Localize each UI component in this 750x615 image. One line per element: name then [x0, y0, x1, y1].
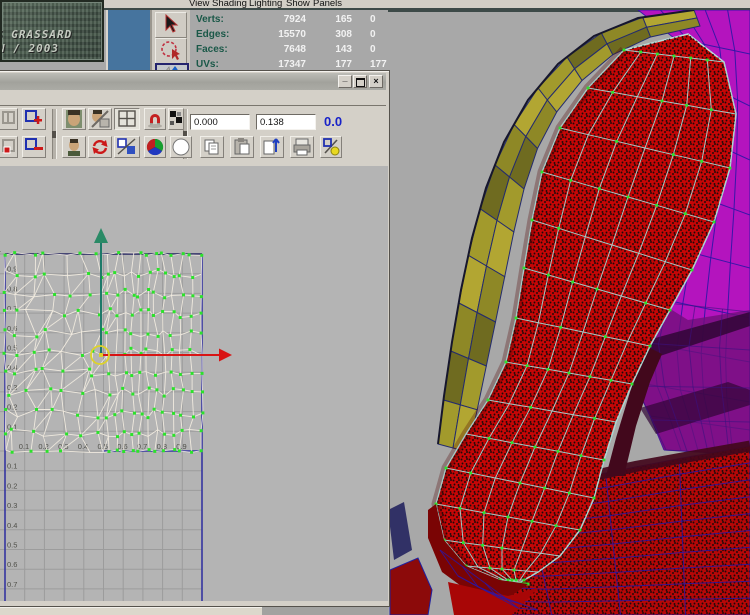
paste-flip-icon[interactable]	[260, 136, 284, 158]
bottom-shelf-middle	[262, 607, 388, 615]
svg-text:0.8: 0.8	[157, 442, 167, 451]
watermark-line1: S GRASSARD	[0, 28, 72, 41]
swap-squares-icon[interactable]	[114, 136, 140, 158]
author-watermark: S GRASSARD N / 2003	[0, 0, 104, 62]
grid-toggle-icon[interactable]	[114, 108, 140, 130]
maya-workspace: View Shading Lighting Show Panels Verts:…	[0, 0, 750, 615]
edges-label: Edges:	[196, 27, 250, 42]
hud-row-verts: Verts: 7924 165 0	[196, 12, 392, 27]
faces-label: Faces:	[196, 42, 250, 57]
svg-text:0.2: 0.2	[7, 481, 17, 490]
maximize-icon[interactable]	[353, 75, 367, 88]
face-icon[interactable]	[62, 108, 86, 130]
svg-text:1: 1	[0, 245, 1, 254]
shell-subtract-icon[interactable]	[22, 136, 46, 158]
svg-text:0.2: 0.2	[38, 442, 48, 451]
verts-col3: 0	[352, 12, 392, 27]
close-icon[interactable]: ×	[369, 75, 383, 88]
edges-total: 15570	[250, 27, 306, 42]
dither-x-icon[interactable]	[168, 108, 184, 130]
viewport-3d-model[interactable]	[388, 10, 750, 615]
menu-show[interactable]: Show	[286, 0, 310, 9]
svg-text:0.1: 0.1	[7, 462, 17, 471]
faces-col2: 143	[306, 42, 352, 57]
hud-row-faces: Faces: 7648 143 0	[196, 42, 392, 57]
magnet-icon[interactable]	[144, 108, 166, 130]
watermark-line2: N / 2003	[0, 42, 59, 55]
u-coordinate-input[interactable]	[190, 114, 250, 130]
svg-text:0.3: 0.3	[7, 501, 17, 510]
minimize-icon[interactable]: _	[338, 75, 352, 88]
menu-shading[interactable]: Shading	[212, 0, 247, 9]
panel-menu-bar: View Shading Lighting Show Panels	[0, 0, 750, 10]
edges-col3: 0	[352, 27, 392, 42]
svg-text:0.6: 0.6	[7, 560, 17, 569]
docked-panel-strip[interactable]	[106, 10, 152, 70]
copy-icon[interactable]	[200, 136, 224, 158]
svg-text:0.6: 0.6	[7, 324, 17, 333]
edges-col2: 308	[306, 27, 352, 42]
value-readout: 0.0	[324, 114, 342, 129]
bottom-shelf-left	[0, 607, 262, 615]
uv-editor-toolbar: 0.0	[0, 106, 386, 164]
paste-icon[interactable]	[230, 136, 254, 158]
uv-mesh-canvas[interactable]: 10.90.80.70.60.50.40.30.20.10.10.20.30.4…	[0, 166, 388, 601]
select-arrow-icon	[156, 13, 184, 35]
printer-icon[interactable]	[290, 136, 314, 158]
menu-view[interactable]: View	[189, 0, 209, 9]
select-arrow-tool[interactable]	[155, 12, 187, 38]
uv-window-bottom-frame	[0, 601, 388, 606]
rgb-circle-icon[interactable]	[144, 136, 166, 158]
verts-label: Verts:	[196, 12, 250, 27]
lasso-select-tool[interactable]	[155, 38, 187, 64]
toolbox	[152, 10, 190, 70]
polycount-hud: Verts: 7924 165 0 Edges: 15570 308 0 Fac…	[196, 12, 392, 72]
svg-text:0.7: 0.7	[7, 580, 17, 589]
svg-text:0.5: 0.5	[7, 541, 17, 550]
shell-add-icon[interactable]	[22, 108, 46, 130]
uv-editor-canvas[interactable]: 10.90.80.70.60.50.40.30.20.10.10.20.30.4…	[0, 166, 388, 601]
menu-lighting[interactable]: Lighting	[249, 0, 282, 9]
hud-row-edges: Edges: 15570 308 0	[196, 27, 392, 42]
uv-editor-titlebar[interactable]: _ ×	[0, 73, 386, 90]
person-icon[interactable]	[62, 136, 86, 158]
v-coordinate-input[interactable]	[256, 114, 316, 130]
percent-icon[interactable]	[320, 136, 342, 158]
faces-total: 7648	[250, 42, 306, 57]
verts-total: 7924	[250, 12, 306, 27]
face-slash-icon[interactable]	[88, 108, 112, 130]
lasso-select-icon	[156, 39, 184, 61]
white-circle-icon[interactable]	[170, 136, 192, 158]
grid-edge-icon[interactable]	[0, 108, 18, 130]
faces-col3: 0	[352, 42, 392, 57]
verts-col2: 165	[306, 12, 352, 27]
menu-panels[interactable]: Panels	[313, 0, 342, 9]
uv-texture-editor-window: _ ×	[0, 70, 390, 607]
toolbar-separator[interactable]	[52, 109, 57, 159]
svg-text:0.1: 0.1	[19, 442, 29, 451]
uv-editor-menustrip	[0, 91, 386, 106]
grid-dot-icon[interactable]	[0, 136, 18, 158]
refresh-icon[interactable]	[88, 136, 112, 158]
svg-text:0.4: 0.4	[7, 521, 17, 530]
